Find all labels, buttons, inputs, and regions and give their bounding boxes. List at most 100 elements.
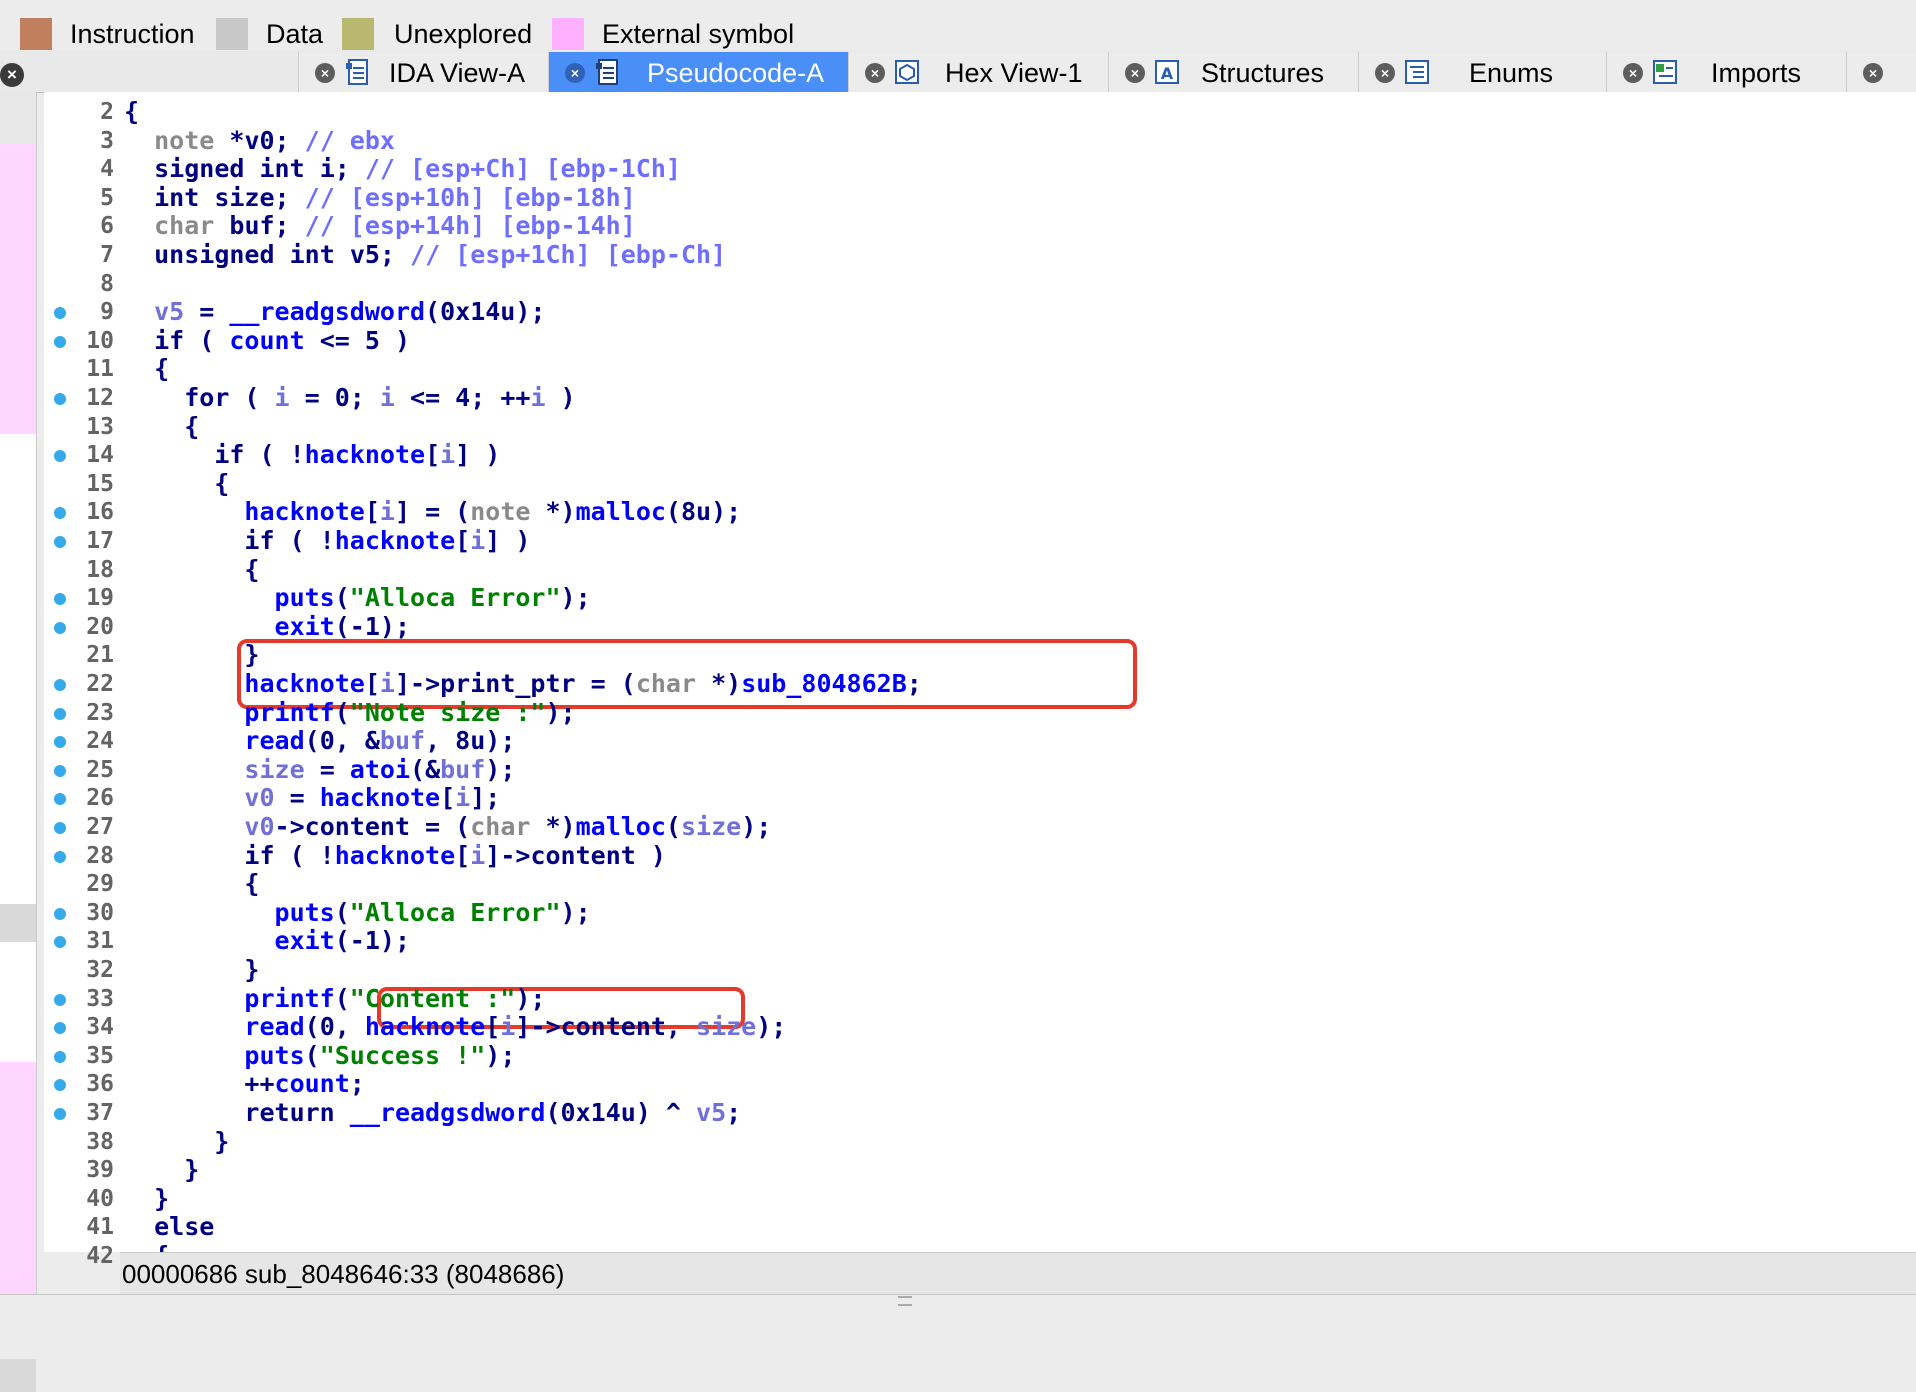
breakpoint-dot-icon[interactable]	[54, 822, 66, 834]
code-line[interactable]: }	[124, 1184, 169, 1213]
breakpoint-dot-icon[interactable]	[54, 679, 66, 691]
code-line[interactable]: printf("Note size :");	[124, 698, 575, 727]
close-tab-icon[interactable]: ×	[1125, 63, 1145, 83]
code-line[interactable]: hacknote[i] = (note *)malloc(8u);	[124, 498, 741, 526]
code-line[interactable]: if ( !hacknote[i]->content )	[124, 841, 666, 870]
view-tabs: × IDA View-A × Pseudocode-A × Hex View-1…	[298, 52, 1916, 92]
svg-text:A: A	[1161, 64, 1174, 83]
breakpoint-dot-icon[interactable]	[54, 1022, 66, 1035]
breakpoint-dot-icon[interactable]	[54, 307, 66, 320]
tab-label: IDA View-A	[389, 58, 526, 88]
code-line[interactable]: read(0, &buf, 8u);	[124, 727, 515, 755]
breakpoint-dot-icon[interactable]	[54, 1108, 66, 1120]
code-line[interactable]: if ( !hacknote[i] )	[124, 527, 530, 555]
code-line[interactable]: signed int i; // [esp+Ch] [ebp-1Ch]	[124, 155, 681, 183]
code-line[interactable]: else	[124, 1213, 214, 1241]
code-line[interactable]: {	[124, 870, 259, 898]
code-line[interactable]: puts("Alloca Error");	[124, 898, 591, 927]
tab-pseudocode-a[interactable]: × Pseudocode-A	[548, 52, 850, 92]
pseudocode-editor[interactable]: { note *v0; // ebx signed int i; // [esp…	[120, 92, 1916, 1252]
close-tab-icon[interactable]: ×	[865, 63, 885, 83]
tab-hex-view-1[interactable]: × Hex View-1	[848, 52, 1110, 92]
close-tab-icon[interactable]: ×	[315, 63, 335, 83]
code-line[interactable]: size = atoi(&buf);	[124, 755, 515, 784]
breakpoint-dot-icon[interactable]	[54, 1079, 66, 1092]
code-line[interactable]: {	[124, 355, 169, 383]
code-line[interactable]: }	[124, 641, 259, 669]
close-tab-icon[interactable]: ×	[1863, 63, 1883, 83]
breakpoint-dot-icon[interactable]	[54, 936, 66, 949]
code-line[interactable]: read(0, hacknote[i]->content, size);	[124, 1013, 786, 1041]
tab-label: Imports	[1711, 58, 1802, 88]
line-number-gutter: 2 3 4 5 6 7 8 9 10 11 12 13 14 15 16 17 18 19 20 21 22 23 24 25…	[44, 92, 120, 1269]
line-number: 22	[86, 671, 114, 697]
code-line[interactable]: v0 = hacknote[i];	[124, 784, 500, 812]
tab-overflow[interactable]: ×	[1846, 52, 1916, 92]
code-line[interactable]: }	[124, 1156, 199, 1184]
code-line[interactable]: if ( !hacknote[i] )	[124, 441, 500, 469]
code-line[interactable]: if ( count <= 5 )	[124, 326, 410, 355]
tab-imports[interactable]: × Imports	[1606, 52, 1848, 92]
code-line[interactable]: {	[124, 555, 259, 584]
code-line[interactable]: char buf; // [esp+14h] [ebp-14h]	[124, 212, 636, 240]
breakpoint-dot-icon[interactable]	[54, 536, 66, 548]
code-line[interactable]: {	[124, 1242, 169, 1253]
breakpoint-dot-icon[interactable]	[54, 1050, 66, 1063]
code-line[interactable]: {	[124, 98, 139, 126]
breakpoint-dot-icon[interactable]	[54, 764, 66, 777]
close-panel-icon[interactable]: ×	[0, 63, 24, 87]
tab-structures[interactable]: × A Structures	[1108, 52, 1360, 92]
close-tab-icon[interactable]: ×	[565, 63, 585, 83]
breakpoint-dot-icon[interactable]	[54, 736, 66, 749]
code-line[interactable]: }	[124, 956, 259, 984]
gutter-line: 2	[44, 98, 120, 126]
gutter-line: 9	[44, 298, 120, 326]
breakpoint-dot-icon[interactable]	[54, 335, 66, 348]
code-line[interactable]: ++count;	[124, 1070, 364, 1098]
close-tab-icon[interactable]: ×	[1375, 63, 1395, 83]
breakpoint-dot-icon[interactable]	[54, 907, 66, 920]
tab-label: Pseudocode-A	[647, 58, 825, 88]
line-number: 20	[86, 613, 114, 640]
close-tab-icon[interactable]: ×	[1623, 63, 1643, 83]
code-line[interactable]: exit(-1);	[124, 927, 410, 955]
breakpoint-dot-icon[interactable]	[54, 507, 66, 520]
breakpoint-dot-icon[interactable]	[54, 993, 66, 1006]
tab-enums[interactable]: × Enums	[1358, 52, 1608, 92]
code-line[interactable]: puts("Success !");	[124, 1041, 515, 1070]
breakpoint-dot-icon[interactable]	[54, 593, 66, 606]
breakpoint-dot-icon[interactable]	[54, 793, 66, 806]
code-line[interactable]: printf("Content :");	[124, 984, 545, 1013]
code-line[interactable]: unsigned int v5; // [esp+1Ch] [ebp-Ch]	[124, 241, 726, 269]
code-line[interactable]: return __readgsdword(0x14u) ^ v5;	[124, 1099, 741, 1127]
gutter-line: 23	[44, 699, 120, 727]
code-line[interactable]: for ( i = 0; i <= 4; ++i )	[124, 384, 575, 412]
gutter-line: 13	[44, 413, 120, 441]
breakpoint-dot-icon[interactable]	[54, 393, 66, 405]
breakpoint-dot-icon[interactable]	[54, 707, 66, 720]
code-line[interactable]: v0->content = (char *)malloc(size);	[124, 813, 771, 841]
code-line[interactable]: {	[124, 412, 199, 441]
nav-segment-data	[0, 92, 36, 144]
code-line[interactable]: int size; // [esp+10h] [ebp-18h]	[124, 183, 636, 212]
code-line[interactable]: note *v0; // ebx	[124, 126, 395, 155]
code-line[interactable]: v5 = __readgsdword(0x14u);	[124, 298, 545, 326]
breakpoint-dot-icon[interactable]	[54, 450, 66, 463]
breakpoint-dot-icon[interactable]	[54, 850, 66, 863]
gutter-line: 34	[44, 1013, 120, 1041]
tab-ida-view-a[interactable]: × IDA View-A	[298, 52, 550, 92]
nav-segment-code	[0, 434, 36, 904]
gutter-line: 28	[44, 842, 120, 870]
code-line[interactable]: exit(-1);	[124, 612, 410, 641]
gutter-line: 11	[44, 355, 120, 383]
breakpoint-dot-icon[interactable]	[54, 621, 66, 634]
resize-grip-icon[interactable]	[898, 1296, 912, 1306]
code-line[interactable]: {	[124, 469, 229, 498]
enums-icon	[1405, 60, 1429, 84]
code-line[interactable]: puts("Alloca Error");	[124, 584, 591, 612]
gutter-line: 38	[44, 1128, 120, 1156]
code-line[interactable]: }	[124, 1127, 229, 1156]
navigation-strip[interactable]	[0, 92, 37, 1392]
status-line: 00000686 sub_8048646:33 (8048686)	[120, 1252, 1916, 1295]
code-line[interactable]: hacknote[i]->print_ptr = (char *)sub_804…	[124, 670, 921, 698]
